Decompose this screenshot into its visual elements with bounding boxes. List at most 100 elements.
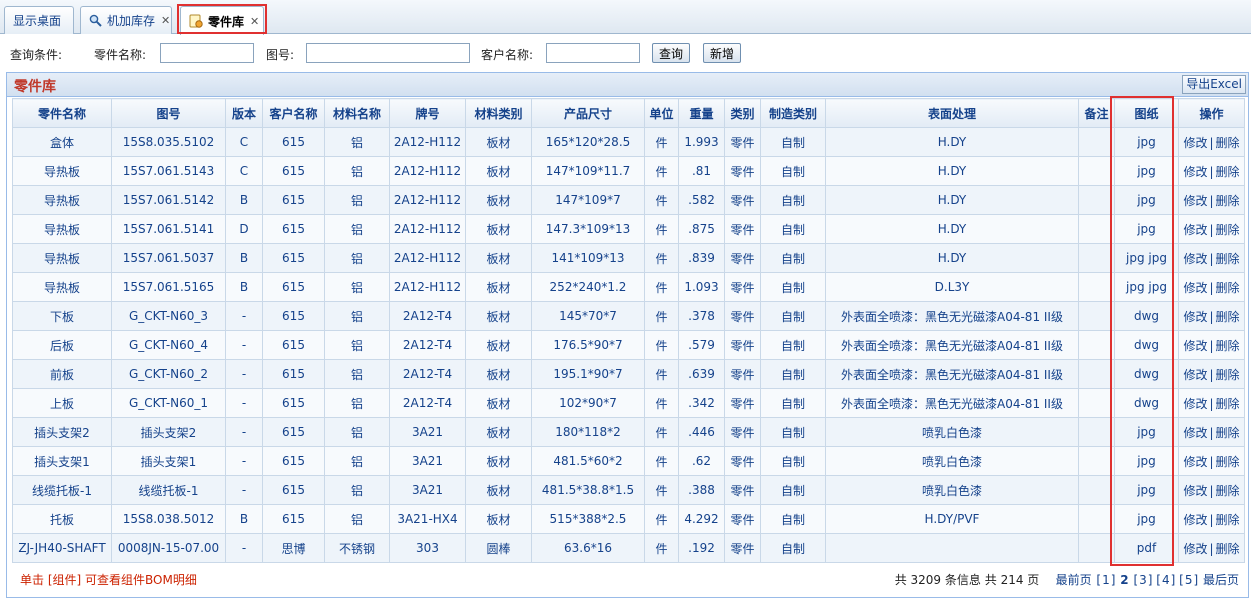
- drawing-no-input[interactable]: [306, 43, 470, 63]
- cell-drawing-file[interactable]: pdf: [1114, 533, 1179, 563]
- delete-link[interactable]: 删除: [1216, 136, 1240, 150]
- cell-category: 零件: [724, 214, 761, 244]
- cell-drawing-file[interactable]: jpg: [1114, 417, 1179, 447]
- cell-category: 零件: [724, 417, 761, 447]
- cell-ver: B: [225, 185, 263, 215]
- cell-drawing-file[interactable]: dwg: [1114, 330, 1179, 360]
- delete-link[interactable]: 删除: [1216, 339, 1240, 353]
- cell-grade: 3A21-HX4: [389, 504, 466, 534]
- edit-link[interactable]: 修改: [1183, 426, 1207, 440]
- cell-drawing-file[interactable]: dwg: [1114, 359, 1179, 389]
- delete-link[interactable]: 删除: [1216, 397, 1240, 411]
- cell-drawing-file[interactable]: jpg: [1114, 156, 1179, 186]
- total-pages: 214: [1000, 573, 1024, 587]
- cell-ver: -: [225, 417, 263, 447]
- delete-link[interactable]: 删除: [1216, 310, 1240, 324]
- cell-drawing-file[interactable]: jpg jpg: [1114, 272, 1179, 302]
- cell-actions: 修改 | 删除: [1178, 417, 1245, 447]
- edit-link[interactable]: 修改: [1183, 368, 1207, 382]
- delete-link[interactable]: 删除: [1216, 165, 1240, 179]
- add-button[interactable]: 新增: [703, 43, 742, 63]
- edit-link[interactable]: 修改: [1183, 397, 1207, 411]
- delete-link[interactable]: 删除: [1216, 513, 1240, 527]
- cell-drawing-file[interactable]: dwg: [1114, 388, 1179, 418]
- cell-drawing-file[interactable]: dwg: [1114, 301, 1179, 331]
- edit-link[interactable]: 修改: [1183, 339, 1207, 353]
- tab-machining-stock[interactable]: 机加库存 ✕: [80, 6, 172, 34]
- search-button[interactable]: 查询: [652, 43, 691, 63]
- edit-link[interactable]: 修改: [1183, 484, 1207, 498]
- delete-link[interactable]: 删除: [1216, 542, 1240, 556]
- cell-unit: 件: [644, 185, 679, 215]
- tab-desktop[interactable]: 显示桌面: [4, 6, 74, 34]
- page-link-5[interactable]: 5: [1185, 573, 1193, 587]
- cell-unit: 件: [644, 533, 679, 563]
- cell-mat-type: 板材: [465, 504, 532, 534]
- cell-mfg: 自制: [760, 243, 826, 273]
- close-icon[interactable]: ✕: [250, 15, 259, 28]
- edit-link[interactable]: 修改: [1183, 281, 1207, 295]
- cell-note: [1078, 156, 1115, 186]
- cell-mfg: 自制: [760, 504, 826, 534]
- cell-size: 180*118*2: [531, 417, 645, 447]
- column-header: 类别: [724, 98, 761, 128]
- column-header: 表面处理: [825, 98, 1079, 128]
- cell-customer: 615: [262, 359, 325, 389]
- cell-drawing-file[interactable]: jpg: [1114, 446, 1179, 476]
- export-excel-button[interactable]: 导出Excel: [1182, 75, 1246, 94]
- delete-link[interactable]: 删除: [1216, 281, 1240, 295]
- page-link-4[interactable]: 4: [1162, 573, 1170, 587]
- delete-link[interactable]: 删除: [1216, 223, 1240, 237]
- close-icon[interactable]: ✕: [161, 14, 170, 27]
- cell-category: 零件: [724, 533, 761, 563]
- cell-drawing: 0008JN-15-07.00: [111, 533, 226, 563]
- edit-link[interactable]: 修改: [1183, 513, 1207, 527]
- edit-link[interactable]: 修改: [1183, 542, 1207, 556]
- edit-link[interactable]: 修改: [1183, 136, 1207, 150]
- cell-drawing: 15S8.038.5012: [111, 504, 226, 534]
- cell-mat-type: 圆棒: [465, 533, 532, 563]
- cell-drawing-file[interactable]: jpg: [1114, 504, 1179, 534]
- delete-link[interactable]: 删除: [1216, 368, 1240, 382]
- cell-mat-type: 板材: [465, 359, 532, 389]
- cell-grade: 3A21: [389, 446, 466, 476]
- edit-link[interactable]: 修改: [1183, 310, 1207, 324]
- cell-material: 铝: [324, 388, 390, 418]
- edit-link[interactable]: 修改: [1183, 455, 1207, 469]
- cell-size: 147*109*11.7: [531, 156, 645, 186]
- cell-drawing: 15S7.061.5037: [111, 243, 226, 273]
- cell-size: 515*388*2.5: [531, 504, 645, 534]
- page-link-2[interactable]: 2: [1120, 573, 1128, 587]
- first-page-link[interactable]: 最前页: [1056, 573, 1092, 587]
- delete-link[interactable]: 删除: [1216, 252, 1240, 266]
- cell-weight: .342: [678, 388, 725, 418]
- cell-drawing: G_CKT-N60_2: [111, 359, 226, 389]
- page-link-3[interactable]: 3: [1139, 573, 1147, 587]
- cell-category: 零件: [724, 475, 761, 505]
- customer-name-input[interactable]: [546, 43, 640, 63]
- cell-surface: 外表面全喷漆：黑色无光磁漆A04-81 II级: [825, 330, 1079, 360]
- edit-link[interactable]: 修改: [1183, 194, 1207, 208]
- cell-weight: .62: [678, 446, 725, 476]
- cell-drawing-file[interactable]: jpg: [1114, 214, 1179, 244]
- cell-drawing-file[interactable]: jpg jpg: [1114, 243, 1179, 273]
- edit-link[interactable]: 修改: [1183, 252, 1207, 266]
- delete-link[interactable]: 删除: [1216, 484, 1240, 498]
- edit-link[interactable]: 修改: [1183, 165, 1207, 179]
- cell-mfg: 自制: [760, 388, 826, 418]
- cell-drawing-file[interactable]: jpg: [1114, 475, 1179, 505]
- delete-link[interactable]: 删除: [1216, 194, 1240, 208]
- edit-link[interactable]: 修改: [1183, 223, 1207, 237]
- part-name-input[interactable]: [160, 43, 254, 63]
- delete-link[interactable]: 删除: [1216, 426, 1240, 440]
- total-suffix: 页: [1027, 573, 1040, 587]
- cell-size: 165*120*28.5: [531, 127, 645, 157]
- tab-parts-library[interactable]: 零件库 ✕: [180, 6, 264, 35]
- page-link-1[interactable]: 1: [1102, 573, 1110, 587]
- cell-drawing-file[interactable]: jpg: [1114, 127, 1179, 157]
- last-page-link[interactable]: 最后页: [1203, 573, 1239, 587]
- cell-weight: .388: [678, 475, 725, 505]
- cell-drawing-file[interactable]: jpg: [1114, 185, 1179, 215]
- cell-note: [1078, 330, 1115, 360]
- delete-link[interactable]: 删除: [1216, 455, 1240, 469]
